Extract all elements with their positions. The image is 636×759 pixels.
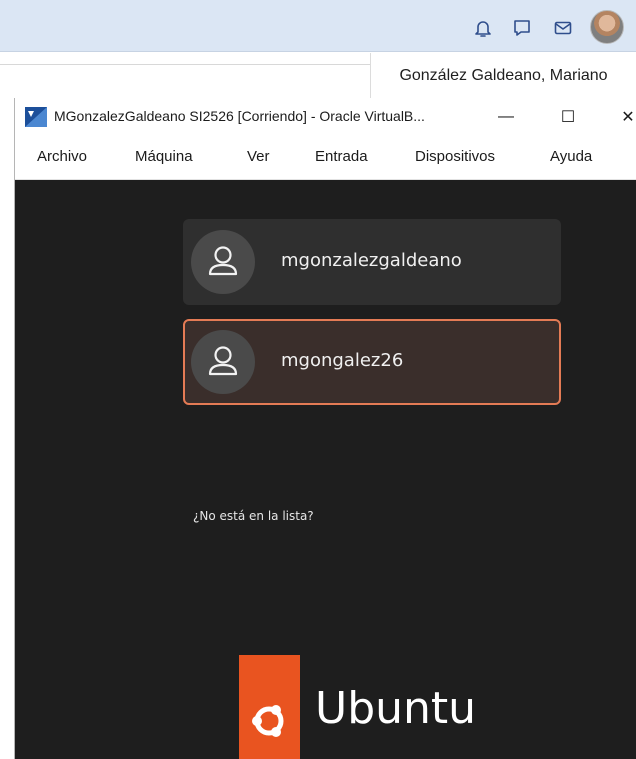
host-top-bar xyxy=(0,0,636,52)
window-titlebar[interactable]: MGonzalezGaldeano SI2526 [Corriendo] - O… xyxy=(15,98,636,136)
user-avatar xyxy=(191,230,255,294)
virtualbox-logo-icon xyxy=(25,107,47,127)
window-title: MGonzalezGaldeano SI2526 [Corriendo] - O… xyxy=(54,108,425,124)
user-icon xyxy=(208,246,238,276)
menu-bar: Archivo Máquina Ver Entrada Dispositivos… xyxy=(15,136,636,180)
user-name-label: González Galdeano, Mariano xyxy=(370,53,636,99)
user-card-mgonzalezgaldeano[interactable]: mgonzalezgaldeano xyxy=(183,219,561,305)
user-name: mgonzalezgaldeano xyxy=(281,250,462,271)
user-avatar xyxy=(191,330,255,394)
chat-icon[interactable] xyxy=(512,18,532,38)
menu-item-entrada[interactable]: Entrada xyxy=(315,148,368,165)
ubuntu-wordmark: Ubuntu xyxy=(315,683,477,734)
maximize-button[interactable]: ☐ xyxy=(555,104,581,130)
divider xyxy=(0,64,370,65)
ubuntu-logo-icon xyxy=(239,655,300,759)
bell-icon[interactable] xyxy=(473,18,493,38)
avatar[interactable] xyxy=(590,10,624,44)
menu-item-ayuda[interactable]: Ayuda xyxy=(550,148,592,165)
close-button[interactable]: ✕ xyxy=(615,104,636,130)
minimize-button[interactable]: — xyxy=(493,104,519,130)
virtualbox-window: MGonzalezGaldeano SI2526 [Corriendo] - O… xyxy=(14,98,636,759)
not-listed-link[interactable]: ¿No está en la lista? xyxy=(193,509,314,523)
user-icon xyxy=(208,346,238,376)
user-name: mgongalez26 xyxy=(281,350,404,371)
menu-item-dispositivos[interactable]: Dispositivos xyxy=(415,148,495,165)
menu-item-ver[interactable]: Ver xyxy=(247,148,270,165)
guest-login-screen: mgonzalezgaldeano mgongalez26 ¿No está e… xyxy=(15,180,636,759)
menu-item-maquina[interactable]: Máquina xyxy=(135,148,193,165)
menu-item-archivo[interactable]: Archivo xyxy=(37,148,87,165)
mail-icon[interactable] xyxy=(553,18,573,38)
user-card-mgongalez26[interactable]: mgongalez26 xyxy=(183,319,561,405)
